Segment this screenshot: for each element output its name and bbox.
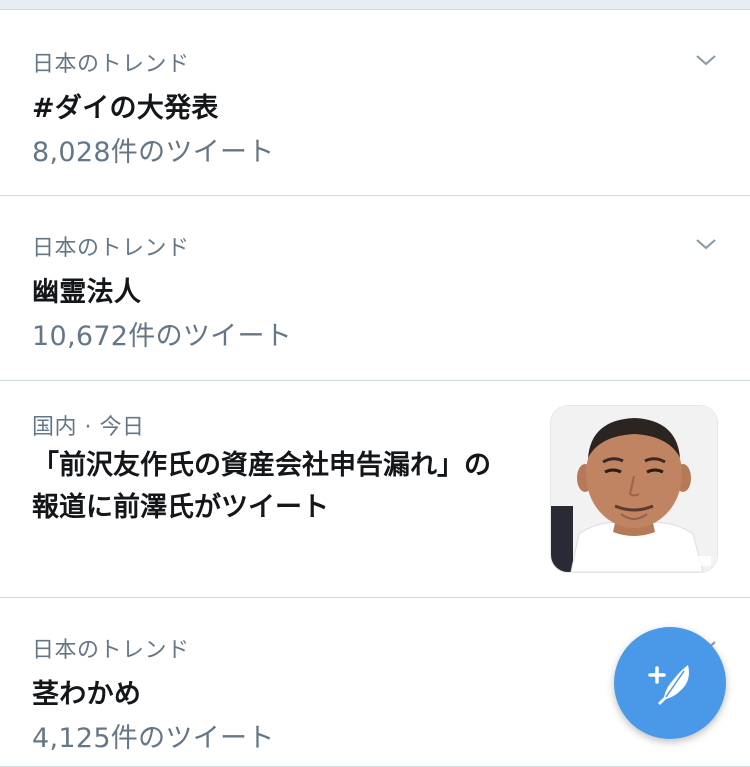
trend-title: #ダイの大発表	[32, 93, 219, 124]
trend-context: 日本のトレンド	[32, 236, 190, 261]
trend-tweet-count: 4,125件のツイート	[32, 723, 275, 754]
news-headline-line: 報道に前澤氏がツイート	[32, 492, 329, 523]
trend-title: 幽霊法人	[32, 277, 142, 308]
news-item[interactable]: 国内 · 今日 「前沢友作氏の資産会社申告漏れ」の 報道に前澤氏がツイート	[0, 380, 750, 598]
news-headline-line: 「前沢友作氏の資産会社申告漏れ」の	[32, 450, 491, 481]
trend-context: 日本のトレンド	[32, 638, 190, 663]
news-context: 国内 · 今日	[32, 415, 145, 440]
trend-tweet-count: 8,028件のツイート	[32, 137, 275, 168]
trend-item[interactable]: 日本のトレンド #ダイの大発表 8,028件のツイート	[0, 9, 750, 196]
person-photo	[551, 406, 717, 572]
trend-tweet-count: 10,672件のツイート	[32, 321, 293, 352]
trend-context: 日本のトレンド	[32, 52, 190, 77]
trend-item[interactable]: 日本のトレンド 幽霊法人 10,672件のツイート	[0, 195, 750, 381]
chevron-down-icon[interactable]	[694, 232, 718, 256]
trend-title: 茎わかめ	[32, 679, 142, 710]
news-headline: 「前沢友作氏の資産会社申告漏れ」の 報道に前澤氏がツイート	[32, 445, 522, 529]
compose-tweet-icon	[648, 665, 689, 705]
chevron-down-icon[interactable]	[694, 48, 718, 72]
news-thumbnail[interactable]	[550, 405, 718, 573]
compose-tweet-button[interactable]	[614, 627, 726, 739]
